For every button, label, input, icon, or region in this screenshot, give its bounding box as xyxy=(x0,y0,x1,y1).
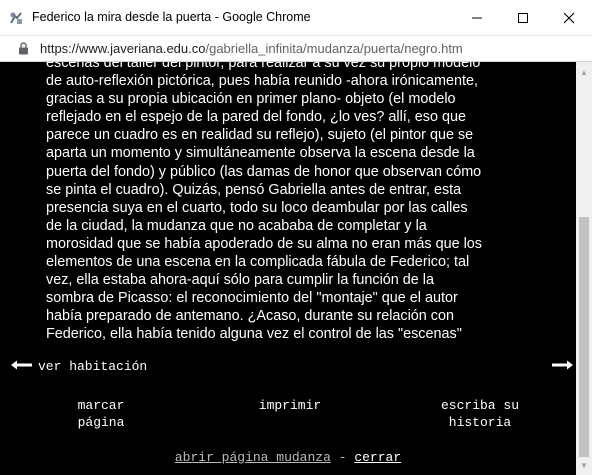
escriba-label-line1: escriba su xyxy=(440,398,519,413)
hand-arrow-right-icon[interactable] xyxy=(550,359,574,371)
cerrar-link[interactable]: cerrar xyxy=(354,450,401,465)
page-content: escenas del taller del pintor, para real… xyxy=(0,62,576,475)
escriba-label-line2: historia xyxy=(448,415,512,430)
vertical-scrollbar[interactable]: ▲ ▼ xyxy=(576,62,592,475)
article-line: morosidad que se había apoderado de su a… xyxy=(46,235,483,252)
marcar-label-line2: página xyxy=(77,415,125,430)
marcar-pagina-link[interactable]: marcar página xyxy=(66,397,136,431)
maximize-button[interactable] xyxy=(500,0,546,36)
article-line: de auto-reflexión pictórica, pues había … xyxy=(46,73,478,90)
window-titlebar: Federico la mira desde la puerta - Googl… xyxy=(0,0,592,36)
address-bar[interactable]: https://www.javeriana.edu.co/gabriella_i… xyxy=(0,36,592,62)
imprimir-link[interactable]: imprimir xyxy=(240,397,340,414)
article-line: gracias a su propia ubicación en primer … xyxy=(46,91,456,108)
article-line: se pinta el cuadro). Quizás, pensó Gabri… xyxy=(46,181,462,198)
imprimir-label: imprimir xyxy=(258,398,322,413)
article-line: presencia suya en el cuarto, todo su loc… xyxy=(46,199,468,216)
window-title: Federico la mira desde la puerta - Googl… xyxy=(32,10,311,24)
marcar-label-line1: marcar xyxy=(77,398,125,413)
article-text: escenas del taller del pintor, para real… xyxy=(46,62,536,344)
footer-separator: - xyxy=(338,450,347,465)
close-button[interactable] xyxy=(546,0,592,36)
url-text[interactable]: https://www.javeriana.edu.co/gabriella_i… xyxy=(40,41,463,56)
article-line: escenas del taller del pintor, para real… xyxy=(46,62,481,71)
minimize-icon xyxy=(472,17,482,19)
lock-icon xyxy=(19,42,28,55)
article-line: parece un cuadro es en realidad su refle… xyxy=(46,127,474,144)
escriba-historia-link[interactable]: escriba su historia xyxy=(420,397,540,431)
article-line: sombra de Picasso: el reconocimiento del… xyxy=(46,290,458,307)
article-line: vez, ella estaba ahora-aquí sólo para cu… xyxy=(46,272,434,289)
article-line: puerta del fondo) y público (las damas d… xyxy=(46,163,482,180)
article-line: elementos de una escena en la complicada… xyxy=(46,254,470,271)
minimize-button[interactable] xyxy=(454,0,500,36)
url-host: https://www.javeriana.edu.co xyxy=(40,41,206,56)
scroll-thumb[interactable] xyxy=(579,217,589,457)
maximize-icon xyxy=(518,13,528,23)
ver-habitacion-link[interactable]: ver habitación xyxy=(38,359,147,374)
footer-links: abrir página mudanza - cerrar xyxy=(0,450,576,465)
scroll-up-icon[interactable]: ▲ xyxy=(576,64,592,80)
article-line: Federico, ella había tenido alguna vez e… xyxy=(46,326,462,343)
url-path: /gabriella_infinita/mudanza/puerta/negro… xyxy=(205,41,463,56)
hand-arrow-left-icon[interactable] xyxy=(10,359,34,371)
scroll-down-icon[interactable]: ▼ xyxy=(576,457,592,473)
article-line: había preparado de antemano. ¿Acaso, dur… xyxy=(46,308,455,325)
close-icon xyxy=(563,12,575,24)
article-line: reflejado en el espejo de la pared del f… xyxy=(46,109,467,126)
abrir-mudanza-link[interactable]: abrir página mudanza xyxy=(175,450,331,465)
app-favicon-icon xyxy=(10,12,22,24)
article-line: de la ciudad, la mudanza que no acababa … xyxy=(46,217,427,234)
article-line: aparta un momento y simultáneamente obse… xyxy=(46,145,475,162)
